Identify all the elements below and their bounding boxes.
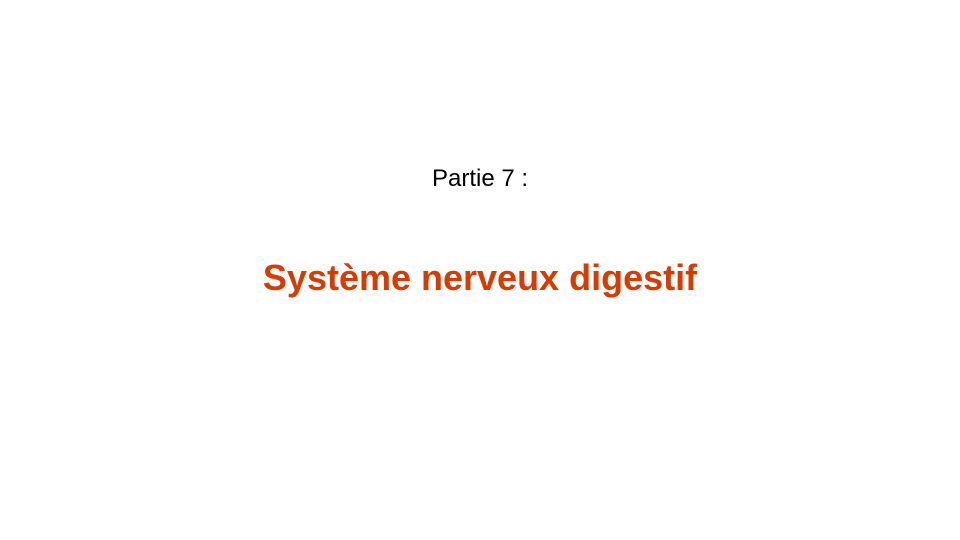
slide-title: Système nerveux digestif bbox=[262, 257, 698, 298]
slide: Partie 7 : Système nerveux digestif bbox=[0, 0, 960, 540]
part-label: Partie 7 : bbox=[431, 165, 529, 192]
